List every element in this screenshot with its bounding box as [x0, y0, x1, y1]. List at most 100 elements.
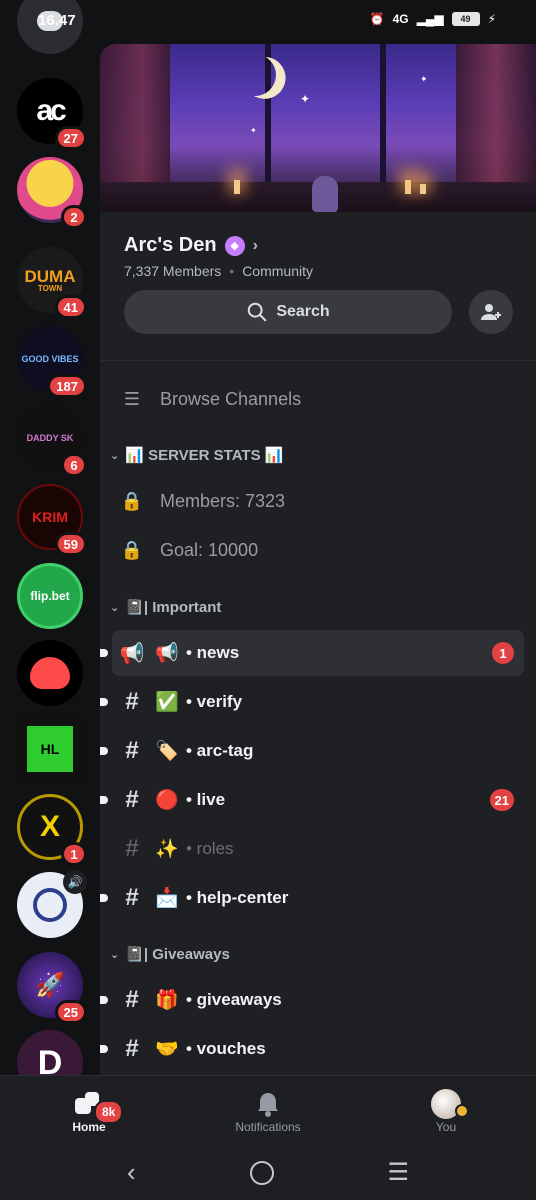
channel-emoji: ✨: [155, 839, 179, 860]
channel-emoji: 🔴: [155, 790, 179, 811]
channel-giveaways[interactable]: # 🎁 • giveaways: [100, 977, 524, 1023]
server-icon-good-vibes[interactable]: GOOD VIBES 187: [17, 326, 87, 398]
channel-verify[interactable]: # ✅ • verify: [100, 679, 524, 725]
browse-channels-button[interactable]: ☰ Browse Channels: [112, 376, 524, 422]
alarm-icon: ⏰: [369, 12, 385, 26]
network-label: 4G: [392, 12, 409, 26]
add-user-icon: [481, 304, 501, 320]
search-label: Search: [276, 303, 330, 320]
server-icon-duma-town[interactable]: DUMA TOWN 41: [17, 247, 87, 319]
server-header[interactable]: Arc's Den ◆ ›: [124, 234, 512, 257]
tab-notifications[interactable]: Notifications: [213, 1088, 323, 1134]
server-icon-krim[interactable]: KRIM 59: [17, 484, 87, 556]
channel-name: • help-center: [186, 888, 289, 907]
server-panel: ✦ ✦ ✦ Arc's Den ◆ › 7,337 Members • Comm…: [100, 44, 536, 1075]
server-icon-x[interactable]: X 1: [17, 794, 87, 866]
stats-channel-label: Goal: 10000: [160, 539, 259, 560]
bell-icon: [258, 1093, 278, 1117]
channel-live[interactable]: # 🔴 • live 21: [100, 777, 524, 823]
channel-name: • arc-tag: [186, 741, 254, 760]
stats-channel-goal[interactable]: 🔒 Goal: 10000: [112, 527, 524, 573]
idle-status-icon: [455, 1104, 469, 1118]
channel-emoji: 📢: [155, 643, 179, 664]
divider: [100, 360, 536, 361]
tab-you[interactable]: You: [391, 1088, 501, 1134]
server-badge: 59: [54, 532, 87, 556]
charging-icon: ⚡: [487, 12, 496, 26]
tab-notifications-label: Notifications: [235, 1120, 301, 1134]
channel-emoji: 🎁: [155, 990, 179, 1011]
server-rail: ac 27 2 DUMA TOWN 41 GOOD VIBES 187 DADD…: [0, 0, 100, 1075]
bottom-nav: 8k Home Notifications You: [0, 1075, 536, 1145]
chevron-down-icon: ⌄: [110, 449, 120, 462]
hashtag-icon: #: [125, 737, 139, 764]
chevron-down-icon: ⌄: [110, 948, 120, 961]
server-icon-red-blob[interactable]: [17, 640, 83, 706]
moon-icon: [228, 48, 282, 102]
locked-hashtag-icon: #: [125, 1035, 139, 1062]
mention-badge: 1: [492, 642, 514, 664]
server-badge: 6: [61, 453, 87, 477]
server-icon-ac[interactable]: ac 27: [17, 78, 87, 150]
channel-arc-tag[interactable]: # 🏷️ • arc-tag: [100, 728, 524, 774]
server-badge: 187: [47, 374, 87, 398]
back-icon[interactable]: ‹: [127, 1157, 136, 1188]
unread-indicator: [100, 996, 108, 1004]
channel-name: • verify: [186, 692, 243, 711]
recents-icon[interactable]: ☰: [388, 1158, 410, 1187]
server-meta: 7,337 Members • Community: [124, 263, 313, 279]
channel-emoji: ✅: [155, 692, 179, 713]
category-important[interactable]: ⌄ 📓| Important: [110, 596, 221, 618]
battery-level: 49: [451, 12, 480, 26]
stats-channel-label: Members: 7323: [160, 490, 286, 511]
unread-indicator: [100, 1045, 108, 1053]
server-info: Arc's Den ◆ › 7,337 Members • Community …: [100, 212, 536, 362]
channel-news[interactable]: 📢 📢 • news 1: [100, 630, 524, 676]
member-count: 7,337 Members: [124, 263, 222, 279]
lock-icon: 🔒: [120, 490, 144, 511]
home-circle-icon[interactable]: [249, 1160, 274, 1185]
hashtag-icon: #: [125, 688, 139, 715]
server-badge: 27: [54, 126, 87, 150]
category-server-stats[interactable]: ⌄ 📊 SERVER STATS 📊: [110, 444, 283, 466]
hashtag-icon: #: [125, 884, 139, 911]
mention-badge: 21: [489, 789, 514, 811]
channel-name: • vouches: [186, 1039, 266, 1058]
channel-roles[interactable]: # ✨ • roles: [112, 826, 524, 872]
channel-emoji: 🏷️: [155, 741, 179, 762]
channel-emoji: 🤝: [155, 1039, 179, 1060]
unread-indicator: [100, 894, 108, 902]
tab-home[interactable]: 8k Home: [34, 1088, 144, 1134]
server-badge: 1: [61, 842, 87, 866]
server-icon-flipbet[interactable]: flip.bet: [17, 563, 83, 629]
category-label: 📓| Giveaways: [125, 946, 230, 963]
channel-name: • live: [186, 790, 226, 809]
search-button[interactable]: Search: [124, 290, 452, 334]
signal-icon: ▂▄▆: [416, 12, 444, 26]
channel-help-center[interactable]: # 📩 • help-center: [100, 875, 524, 921]
server-icon-hl[interactable]: HL: [17, 716, 83, 782]
home-badge: 8k: [94, 1100, 124, 1124]
category-giveaways[interactable]: ⌄ 📓| Giveaways: [110, 943, 230, 965]
locked-hashtag-icon: #: [125, 786, 139, 813]
stats-channel-members[interactable]: 🔒 Members: 7323: [112, 478, 524, 524]
server-icon-pink-mascot[interactable]: 2: [17, 157, 87, 229]
status-time: 16.47: [38, 12, 76, 29]
unread-indicator: [100, 747, 108, 755]
hashtag-icon: #: [125, 986, 139, 1013]
server-badge: 41: [54, 295, 87, 319]
unread-indicator: [100, 796, 108, 804]
server-icon-daddy-skull[interactable]: DADDY SK 6: [17, 405, 87, 477]
invite-button[interactable]: [469, 290, 513, 334]
server-icon-d[interactable]: D: [17, 1030, 83, 1075]
status-icons: ⏰ 4G ▂▄▆ 49 ⚡: [370, 12, 496, 26]
speaker-icon: 🔊: [63, 870, 87, 894]
server-icon-planet[interactable]: 🔊: [17, 870, 87, 938]
channel-name: • news: [186, 643, 240, 662]
channel-vouches[interactable]: # 🤝 • vouches: [100, 1026, 524, 1072]
announcement-icon: 📢: [119, 642, 145, 665]
server-icon-rocket[interactable]: 🚀 25: [17, 952, 87, 1024]
browse-channels-label: Browse Channels: [160, 388, 302, 409]
server-name: Arc's Den: [124, 234, 217, 256]
server-badge: 25: [54, 1000, 87, 1024]
